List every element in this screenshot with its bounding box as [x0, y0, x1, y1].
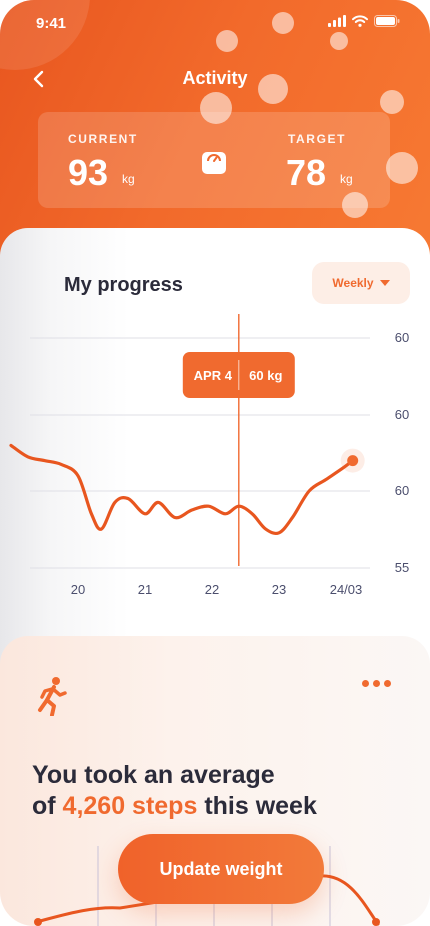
y-tick-label: 60: [395, 330, 409, 345]
update-weight-button[interactable]: Update weight: [118, 834, 324, 904]
progress-card: 60 60 60 55 20 21 22 23 24/03 APR 4 60 kg My progr…: [0, 228, 430, 668]
status-bar: 9:41: [0, 0, 430, 46]
target-value: 78: [286, 152, 327, 193]
more-dot: [384, 680, 391, 687]
page-title: Activity: [182, 68, 248, 88]
period-dropdown[interactable]: Weekly: [312, 262, 410, 304]
current-label: CURRENT: [68, 132, 138, 146]
status-time: 9:41: [36, 15, 67, 32]
steps-summary: You took an average of 4,260 steps this …: [32, 760, 412, 822]
more-options-icon[interactable]: [362, 680, 391, 687]
x-tick-label: 21: [138, 582, 152, 597]
weight-series-line: [9, 443, 355, 536]
mini-point: [34, 918, 42, 926]
scale-icon: [202, 152, 226, 174]
caret-down-icon: [379, 280, 390, 286]
tooltip-value: 60 kg: [249, 368, 282, 383]
steps-line-2-prefix: of: [32, 792, 63, 820]
wifi-icon: [352, 15, 368, 27]
x-tick-label: 24/03: [330, 582, 363, 597]
signal-icon: [328, 15, 346, 27]
running-icon: [38, 677, 67, 716]
weights-card: CURRENT 93 kg TARGET 78 kg: [38, 112, 390, 208]
current-value: 93: [68, 152, 109, 193]
battery-icon: [374, 15, 400, 27]
phone-screen: 9:41 Activity CURRENT 93 kg TARGET 78 kg…: [0, 0, 430, 926]
steps-card: You took an average of 4,260 steps this …: [0, 636, 430, 926]
steps-line-2-suffix: this week: [197, 792, 317, 820]
y-tick-label: 60: [395, 483, 409, 498]
more-dot: [373, 680, 380, 687]
status-icons: [328, 15, 400, 27]
decor-bubble: [386, 152, 418, 184]
tooltip-date: APR 4: [194, 368, 233, 383]
x-tick-label: 23: [272, 582, 286, 597]
more-dot: [362, 680, 369, 687]
end-point: [347, 455, 359, 467]
progress-title: My progress: [64, 274, 183, 296]
y-tick-label: 55: [395, 560, 409, 575]
y-tick-label: 60: [395, 407, 409, 422]
mini-point: [372, 918, 380, 926]
target-unit: kg: [340, 172, 353, 186]
x-tick-label: 22: [205, 582, 219, 597]
x-tick-label: 20: [71, 582, 85, 597]
decor-bubble: [380, 90, 404, 114]
steps-line-1: You took an average: [32, 761, 275, 789]
steps-count: 4,260 steps: [62, 792, 198, 820]
period-dropdown-label: Weekly: [332, 276, 374, 290]
target-label: TARGET: [288, 132, 347, 146]
current-unit: kg: [122, 172, 135, 186]
